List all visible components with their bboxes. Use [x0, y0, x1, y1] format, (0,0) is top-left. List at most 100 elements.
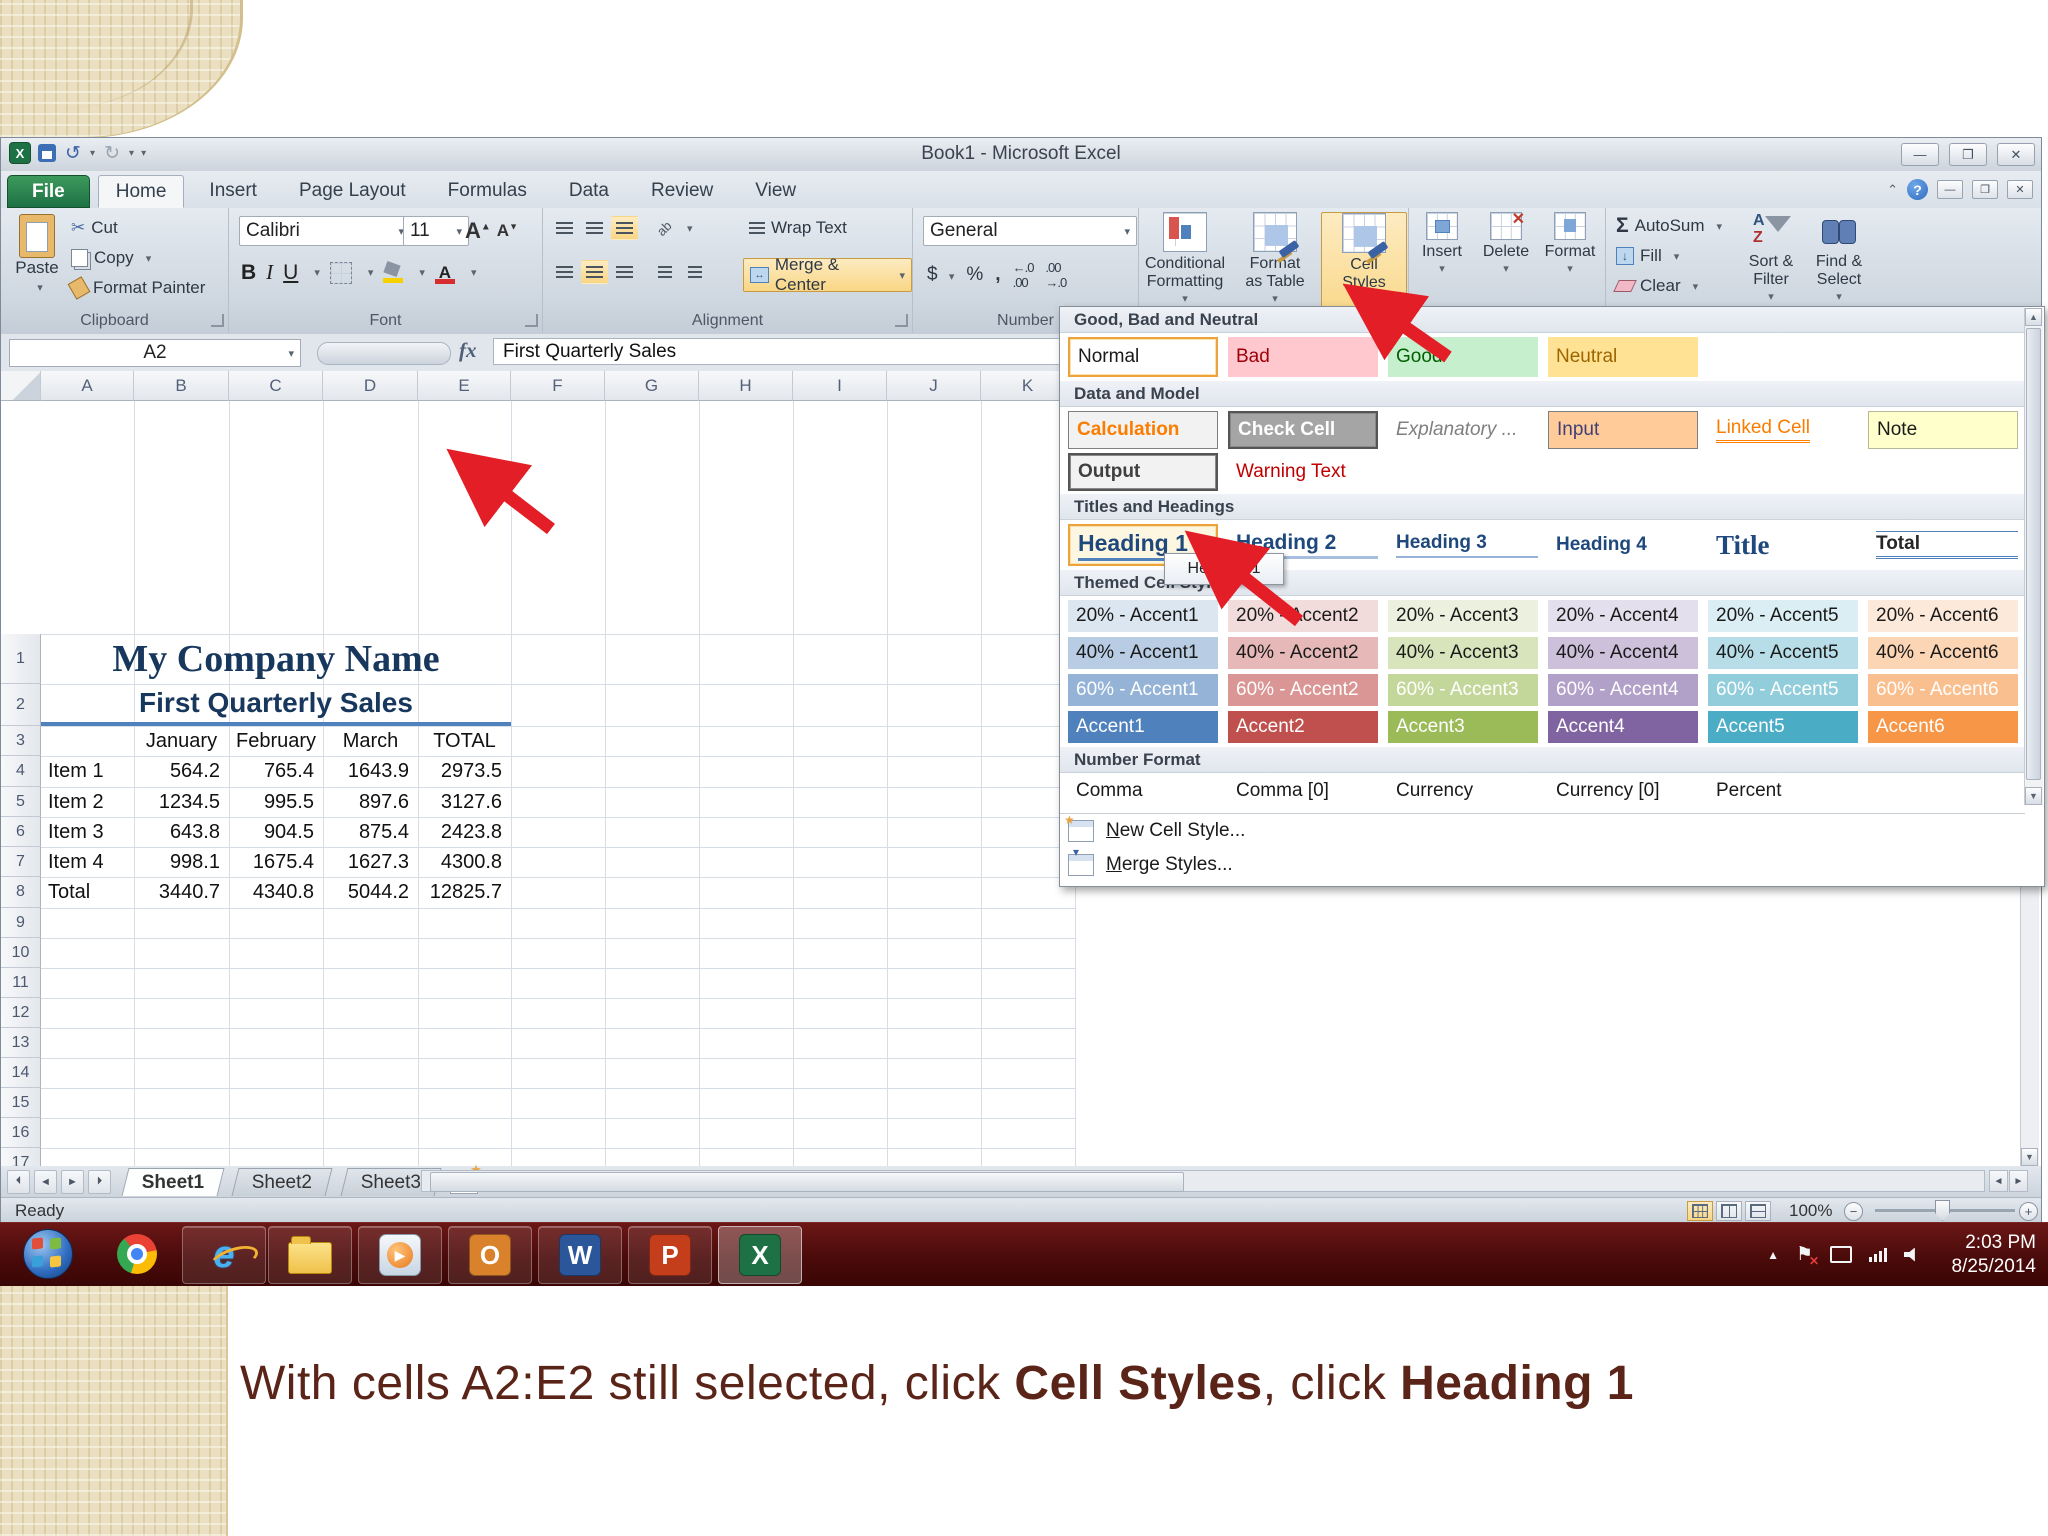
network-signal-icon[interactable] — [1869, 1247, 1887, 1262]
style-item-neutral[interactable]: Neutral — [1548, 337, 1698, 377]
cell-company-title[interactable]: My Company Name — [41, 634, 511, 684]
font-color-icon[interactable]: A — [434, 262, 455, 284]
paste-dropdown-icon[interactable]: ▾ — [37, 282, 43, 294]
tab-insert[interactable]: Insert — [192, 175, 274, 208]
tab-data[interactable]: Data — [552, 175, 626, 208]
taskbar-app-excel[interactable]: X — [718, 1226, 802, 1284]
cell-header-total[interactable]: TOTAL — [418, 726, 511, 756]
style-item-explanatory-[interactable]: Explanatory ... — [1388, 411, 1538, 449]
cell-header-january[interactable]: January — [134, 726, 229, 756]
cell-value[interactable]: 2423.8 — [418, 817, 511, 847]
taskbar-app-media-player[interactable]: ▶ — [358, 1226, 442, 1284]
style-item-total[interactable]: Total — [1868, 524, 2018, 566]
vertical-scrollbar[interactable]: ▼ — [2020, 887, 2039, 1166]
fill-button[interactable]: ↓ Fill ▾ — [1616, 246, 1679, 266]
borders-dropdown-icon[interactable]: ▾ — [368, 266, 374, 279]
style-item-currency-0-[interactable]: Currency [0] — [1548, 777, 1698, 805]
style-item-40-accent4[interactable]: 40% - Accent4 — [1548, 637, 1698, 669]
style-item-40-accent1[interactable]: 40% - Accent1 — [1068, 637, 1218, 669]
cell-label-item-3[interactable]: Item 3 — [41, 817, 134, 847]
style-item-output[interactable]: Output — [1068, 453, 1218, 491]
cell-value[interactable]: 12825.7 — [418, 877, 511, 908]
cell-value[interactable]: 3127.6 — [418, 787, 511, 817]
middle-align-button[interactable] — [581, 216, 608, 240]
style-item-heading-4[interactable]: Heading 4 — [1548, 524, 1698, 566]
style-item-60-accent1[interactable]: 60% - Accent1 — [1068, 674, 1218, 706]
autosum-dropdown-icon[interactable]: ▾ — [1717, 220, 1723, 233]
tab-view[interactable]: View — [738, 175, 813, 208]
gallery-scroll-thumb[interactable] — [2026, 328, 2041, 780]
sheet-tab-sheet2[interactable]: Sheet2 — [231, 1167, 334, 1196]
fill-color-icon[interactable] — [383, 260, 404, 283]
row-header-17[interactable]: 17 — [1, 1148, 41, 1166]
style-item-note[interactable]: Note — [1868, 411, 2018, 449]
style-item-accent6[interactable]: Accent6 — [1868, 711, 2018, 743]
cell-value[interactable]: 1643.9 — [323, 756, 418, 787]
style-item-good[interactable]: Good — [1388, 337, 1538, 377]
gallery-menu-new-cell-style-[interactable]: New Cell Style... — [1064, 813, 1245, 842]
workbook-close-icon[interactable]: ✕ — [2007, 180, 2033, 199]
cell-value[interactable]: 995.5 — [229, 787, 323, 817]
cell-value[interactable]: 564.2 — [134, 756, 229, 787]
minimize-ribbon-icon[interactable]: ⌃ — [1887, 182, 1898, 198]
style-item-input[interactable]: Input — [1548, 411, 1698, 449]
bottom-align-button[interactable] — [611, 216, 638, 240]
tray-expand-icon[interactable]: ▲ — [1767, 1248, 1779, 1262]
borders-icon[interactable] — [329, 261, 352, 284]
cell-label-item-4[interactable]: Item 4 — [41, 847, 134, 877]
cell-value[interactable]: 1627.3 — [323, 847, 418, 877]
style-item-currency[interactable]: Currency — [1388, 777, 1538, 805]
normal-view-button[interactable] — [1687, 1201, 1713, 1221]
taskbar-app-powerpoint[interactable]: P — [628, 1226, 712, 1284]
page-layout-view-button[interactable] — [1716, 1201, 1742, 1221]
style-item-title[interactable]: Title — [1708, 524, 1858, 566]
zoom-out-button[interactable]: − — [1844, 1202, 1863, 1221]
name-box[interactable]: A2 ▾ — [9, 339, 301, 367]
style-item-accent2[interactable]: Accent2 — [1228, 711, 1378, 743]
style-item-accent3[interactable]: Accent3 — [1388, 711, 1538, 743]
style-item-comma-0-[interactable]: Comma [0] — [1228, 777, 1378, 805]
row-header-7[interactable]: 7 — [1, 847, 41, 877]
row-header-13[interactable]: 13 — [1, 1028, 41, 1058]
row-header-8[interactable]: 8 — [1, 877, 41, 908]
italic-button[interactable]: I — [266, 260, 273, 285]
row-header-16[interactable]: 16 — [1, 1118, 41, 1148]
horizontal-scrollbar[interactable] — [421, 1170, 1985, 1192]
cell-header-february[interactable]: February — [229, 726, 323, 756]
style-item-heading-3[interactable]: Heading 3 — [1388, 524, 1538, 566]
row-header-1[interactable]: 1 — [1, 634, 41, 684]
workbook-restore-icon[interactable]: ❐ — [1972, 180, 1998, 199]
scroll-right-icon[interactable]: ► — [2009, 1170, 2028, 1192]
cell-value[interactable]: 643.8 — [134, 817, 229, 847]
column-header-B[interactable]: B — [134, 371, 229, 401]
taskbar-app-file-explorer[interactable] — [268, 1226, 352, 1284]
first-sheet-icon[interactable]: ⏴ — [7, 1169, 30, 1194]
tab-formulas[interactable]: Formulas — [431, 175, 544, 208]
increase-decimal-button[interactable]: ←.0.00 — [1013, 260, 1035, 290]
column-header-F[interactable]: F — [511, 371, 605, 401]
style-item-comma[interactable]: Comma — [1068, 777, 1218, 805]
row-header-11[interactable]: 11 — [1, 968, 41, 998]
row-header-10[interactable]: 10 — [1, 938, 41, 968]
accounting-format-button[interactable]: $ ▾ — [927, 264, 954, 286]
select-all-corner[interactable] — [1, 371, 41, 401]
clear-dropdown-icon[interactable]: ▾ — [1693, 280, 1699, 293]
style-item-accent1[interactable]: Accent1 — [1068, 711, 1218, 743]
workbook-minimize-icon[interactable]: — — [1937, 180, 1963, 199]
row-header-2[interactable]: 2 — [1, 684, 41, 726]
style-item-accent4[interactable]: Accent4 — [1548, 711, 1698, 743]
column-header-G[interactable]: G — [605, 371, 699, 401]
cell-value[interactable]: 897.6 — [323, 787, 418, 817]
font-name-combo[interactable]: Calibri ▾ — [239, 216, 411, 246]
tab-home[interactable]: Home — [97, 175, 185, 208]
cell-label-total[interactable]: Total — [41, 877, 134, 908]
minimize-button[interactable]: — — [1901, 143, 1939, 166]
style-item-40-accent6[interactable]: 40% - Accent6 — [1868, 637, 2018, 669]
cell-value[interactable]: 2973.5 — [418, 756, 511, 787]
format-painter-button[interactable]: Format Painter — [67, 276, 205, 300]
zoom-in-button[interactable]: + — [2019, 1202, 2038, 1221]
comma-style-button[interactable]: , — [995, 264, 1000, 286]
sheet-tab-sheet1[interactable]: Sheet1 — [121, 1167, 225, 1196]
cell-value[interactable]: 998.1 — [134, 847, 229, 877]
underline-button[interactable]: U — [283, 261, 298, 285]
